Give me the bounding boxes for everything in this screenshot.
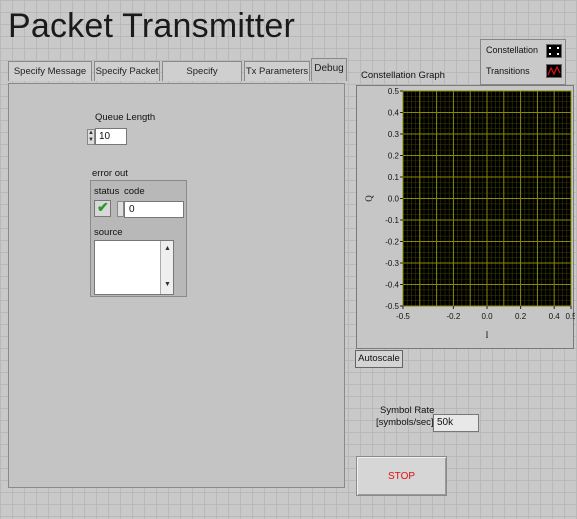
- grid-lines: [402, 90, 572, 307]
- transitions-icon[interactable]: [546, 64, 562, 78]
- symbol-rate-label-line2: [symbols/sec]: [376, 417, 434, 428]
- tab-specify-packet[interactable]: Specify Packet: [94, 61, 160, 81]
- symbol-rate-input[interactable]: 50k: [433, 414, 479, 432]
- status-label: status: [94, 186, 120, 197]
- autoscale-button[interactable]: Autoscale: [355, 350, 403, 368]
- y-tick-label: 0.0: [388, 195, 400, 204]
- x-tick-label: -0.5: [396, 312, 410, 321]
- y-tick-label: -0.5: [385, 302, 399, 311]
- graph-caption: Constellation Graph: [361, 70, 445, 81]
- x-tick-label: 0.2: [515, 312, 527, 321]
- y-tick-label: 0.1: [388, 173, 400, 182]
- y-tick-label: -0.4: [385, 281, 399, 290]
- error-out-label: error out: [92, 168, 128, 179]
- y-tick-label: 0.3: [388, 130, 400, 139]
- constellation-graph[interactable]: 0.5 0.4 0.3 0.2 0.1 0.0 -0.1 -0.2 -0.3 -0.4 -0.5 -0…: [356, 85, 575, 349]
- y-tick-label: -0.3: [385, 259, 399, 268]
- y-tick-label: -0.1: [385, 216, 399, 225]
- legend-constellation-label: Constellation: [486, 45, 539, 55]
- checkmark-icon: ✔: [97, 199, 109, 215]
- x-axis-label: I: [486, 330, 489, 340]
- symbol-rate-label: Symbol Rate [symbols/sec]: [376, 405, 435, 429]
- x-tick-label: -0.2: [447, 312, 461, 321]
- tab-specify-message[interactable]: Specify Message: [8, 61, 92, 81]
- queue-length-label: Queue Length: [95, 112, 156, 123]
- source-label: source: [94, 227, 123, 238]
- y-tick-label: 0.4: [388, 109, 400, 118]
- y-tick-label: -0.2: [385, 238, 399, 247]
- y-tick-label: 0.5: [388, 87, 400, 96]
- legend-transitions-label: Transitions: [486, 66, 530, 76]
- page-title: Packet Transmitter: [8, 7, 296, 45]
- scroll-up-icon[interactable]: ▲: [164, 245, 171, 252]
- y-axis-label: Q: [364, 195, 374, 202]
- x-tick-label: 0.5: [565, 312, 575, 321]
- code-field[interactable]: 0: [124, 201, 184, 218]
- x-tick-label: 0.0: [481, 312, 493, 321]
- symbol-rate-label-line1: Symbol Rate: [380, 405, 435, 416]
- tab-tx-parameters[interactable]: Tx Parameters: [244, 61, 310, 81]
- stop-button[interactable]: STOP: [356, 456, 447, 496]
- tab-debug[interactable]: Debug: [311, 58, 347, 81]
- constellation-plot: 0.50.40.30.20.10.0-0.1-0.2-0.3-0.4-0.5-0…: [364, 87, 575, 340]
- tab-specify-modulation[interactable]: Specify Modulation: [162, 61, 242, 97]
- scroll-down-icon[interactable]: ▼: [164, 281, 171, 288]
- queue-length-input[interactable]: 10: [95, 128, 127, 145]
- queue-length-stepper[interactable]: ▲ ▼: [87, 129, 95, 145]
- source-scrollbar[interactable]: ▲ ▼: [160, 241, 173, 294]
- code-label: code: [124, 186, 145, 197]
- x-tick-label: 0.4: [549, 312, 561, 321]
- constellation-icon[interactable]: [546, 44, 562, 58]
- code-stepper[interactable]: [117, 201, 124, 217]
- y-tick-label: 0.2: [388, 152, 400, 161]
